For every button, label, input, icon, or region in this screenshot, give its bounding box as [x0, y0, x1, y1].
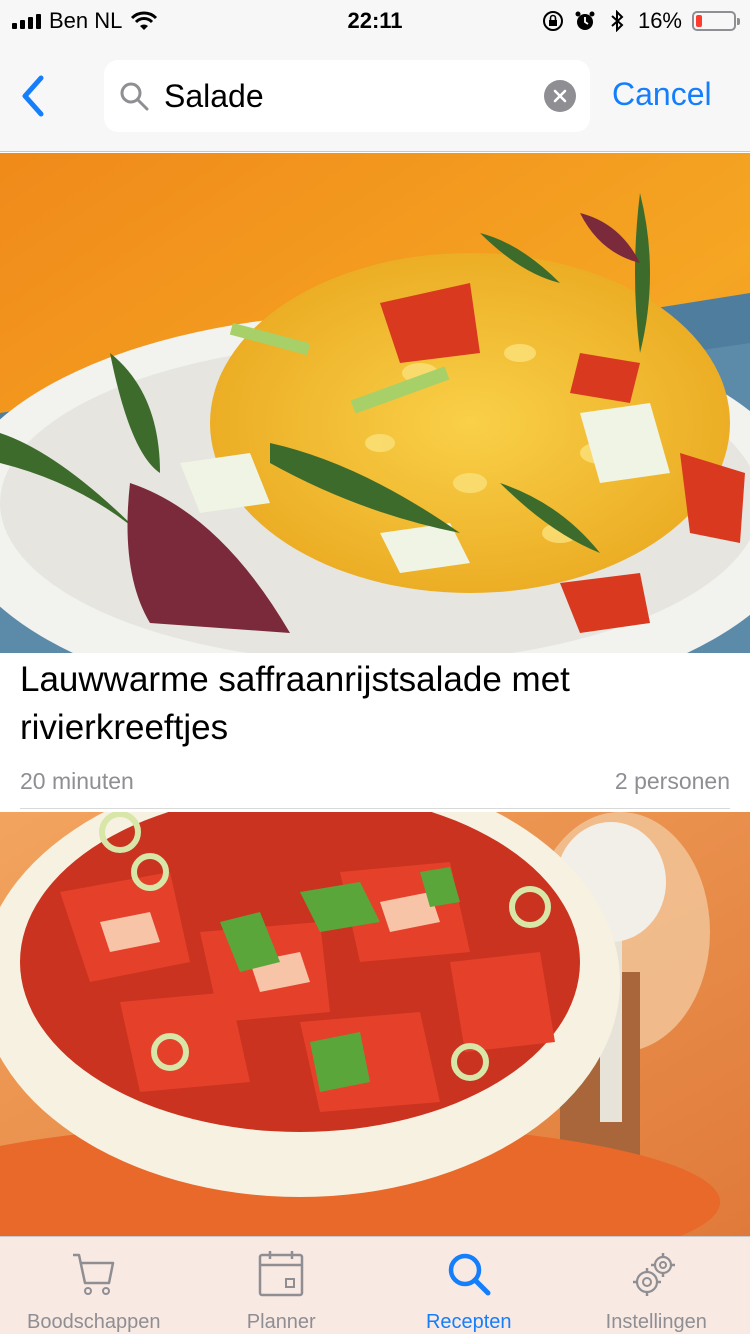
signal-icon — [12, 13, 41, 29]
search-icon — [120, 82, 149, 111]
cancel-button[interactable]: Cancel — [612, 76, 712, 113]
tab-label: Planner — [246, 1311, 316, 1333]
tab-label: Boodschappen — [27, 1311, 161, 1333]
status-left: Ben NL — [12, 6, 158, 36]
wifi-icon — [131, 11, 158, 30]
carrier-name: Ben NL — [49, 8, 123, 33]
tab-label: Recepten — [425, 1311, 512, 1333]
status-bar: Ben NL 22:11 16% — [0, 0, 750, 40]
battery-fill — [696, 15, 702, 27]
search-field[interactable] — [104, 60, 590, 132]
search-nav-bar: Cancel — [0, 40, 750, 152]
card-divider — [20, 808, 730, 809]
search-input[interactable] — [164, 60, 534, 132]
bluetooth-icon — [611, 10, 624, 32]
back-chevron-icon — [22, 75, 44, 117]
calendar-icon — [259, 1251, 304, 1297]
orientation-lock-icon — [542, 11, 563, 31]
battery-icon — [692, 11, 740, 31]
saffron-rice-salad-photo — [0, 153, 750, 653]
recipe-image[interactable] — [0, 153, 750, 653]
alarm-icon — [575, 11, 595, 30]
tab-instellingen[interactable]: Instellingen — [563, 1237, 750, 1334]
recipe-image[interactable] — [0, 812, 750, 1236]
gear-icon — [633, 1253, 676, 1296]
battery-percent: 16% — [637, 8, 682, 33]
clear-search-button[interactable] — [544, 80, 576, 112]
recipe-persons: 2 personen — [614, 768, 730, 794]
tab-bar: Boodschappen Planner Recepten Instelling… — [0, 1236, 750, 1334]
tab-planner[interactable]: Planner — [188, 1237, 376, 1334]
status-right: 16% — [542, 6, 740, 36]
recipe-time: 20 minuten — [20, 768, 134, 794]
clear-icon — [553, 89, 567, 103]
search-icon — [448, 1253, 491, 1296]
tab-label: Instellingen — [605, 1311, 707, 1333]
back-button[interactable] — [10, 70, 54, 122]
tab-boodschappen[interactable]: Boodschappen — [0, 1237, 188, 1334]
cart-icon — [72, 1253, 114, 1295]
recipe-title[interactable]: Lauwwarme saffraanrijstsalade met rivier… — [20, 656, 730, 752]
tomato-salad-photo — [0, 812, 750, 1236]
tab-recepten[interactable]: Recepten — [375, 1237, 563, 1334]
